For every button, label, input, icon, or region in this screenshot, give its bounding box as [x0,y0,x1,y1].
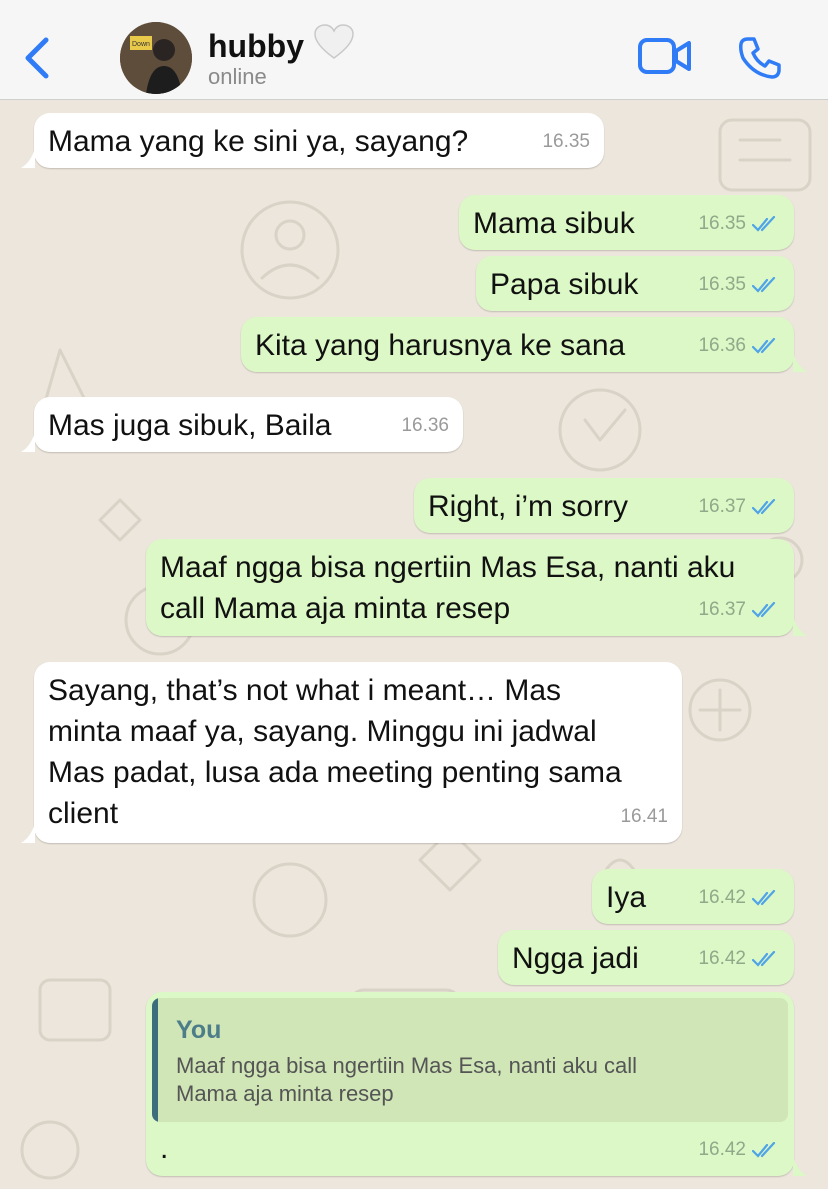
message-text: Kita yang harusnya ke sana [255,329,626,362]
message-text: Right, i’m sorry [428,490,629,523]
message-time: 16.36 [698,335,746,356]
quote-line: Mama aja minta resep [176,1081,394,1106]
back-button[interactable] [22,36,52,85]
message-text: Mas juga sibuk, Baila [48,409,332,442]
contact-name[interactable]: hubby [208,24,354,68]
back-chevron-icon [25,37,49,79]
message-line: Maaf ngga bisa ngertiin Mas Esa, nanti a… [160,551,736,584]
message-meta: 16.36 [698,325,778,366]
quote-author: You [176,1016,222,1044]
message-time: 16.36 [401,415,449,436]
message-incoming[interactable]: Mas juga sibuk, Baila 16.36 [21,397,463,452]
message-time: 16.42 [698,948,746,969]
chat-header: Down hubby online [0,0,828,100]
message-outgoing-reply[interactable]: You Maaf ngga bisa ngertiin Mas Esa, nan… [146,992,807,1176]
message-outgoing[interactable]: Kita yang harusnya ke sana 16.36 [241,317,807,372]
message-time: 16.35 [698,213,746,234]
avatar-photo: Down [120,22,192,94]
quoted-message[interactable]: You Maaf ngga bisa ngertiin Mas Esa, nan… [152,998,788,1122]
message-time: 16.41 [620,806,668,827]
video-camera-icon [638,38,691,74]
message-text: Papa sibuk [490,268,639,301]
quote-bar [152,998,158,1122]
message-meta: 16.35 [542,121,590,162]
contact-status: online [208,64,267,89]
message-outgoing[interactable]: Maaf ngga bisa ngertiin Mas Esa, nanti a… [146,539,807,636]
message-text: Mama sibuk [473,207,635,240]
message-time: 16.35 [698,274,746,295]
message-time: 16.37 [698,599,746,620]
white-heart-icon [314,24,354,68]
bubble-tail [21,823,35,843]
message-meta: 16.35 [698,264,778,305]
message-outgoing[interactable]: Iya 16.42 [592,869,794,924]
bubble-tail [21,148,35,168]
bubble-tail [793,1156,807,1176]
bubble-tail [793,616,807,636]
message-time: 16.42 [698,1139,746,1160]
voice-call-button[interactable] [738,36,782,85]
contact-avatar[interactable]: Down [120,22,192,94]
message-time: 16.37 [698,496,746,517]
message-outgoing[interactable]: Right, i’m sorry 16.37 [414,478,794,533]
bubble-tail [21,432,35,452]
read-ticks-icon [752,337,776,354]
message-meta: 16.42 [698,877,778,918]
message-time: 16.42 [698,887,746,908]
message-meta: 16.37 [698,589,778,630]
message-meta: 16.37 [698,486,778,527]
message-meta: 16.42 [698,938,778,979]
message-meta: 16.35 [698,203,778,244]
read-ticks-icon [752,1141,776,1158]
read-ticks-icon [752,498,776,515]
message-outgoing[interactable]: Ngga jadi 16.42 [498,930,794,985]
message-meta: 16.42 [698,1129,778,1170]
message-time: 16.35 [542,131,590,152]
video-call-button[interactable] [638,38,692,79]
read-ticks-icon [752,889,776,906]
message-meta: 16.36 [401,405,449,446]
message-outgoing[interactable]: Mama sibuk 16.35 [459,195,794,250]
message-line: minta maaf ya, sayang. Minggu ini jadwal [48,715,597,748]
message-incoming[interactable]: Mama yang ke sini ya, sayang? 16.35 [21,113,604,168]
message-outgoing[interactable]: Papa sibuk 16.35 [476,256,794,311]
message-text: . [160,1132,169,1165]
read-ticks-icon [752,950,776,967]
contact-name-text: hubby [208,27,304,64]
phone-icon [739,37,781,79]
read-ticks-icon [752,601,776,618]
bubble-tail [793,352,807,372]
message-line: Sayang, that’s not what i meant… Mas [48,674,562,707]
message-text: Ngga jadi [512,942,639,975]
avatar-sign-text: Down [132,41,150,48]
quote-line: Maaf ngga bisa ngertiin Mas Esa, nanti a… [176,1053,638,1078]
read-ticks-icon [752,215,776,232]
quote-text: Maaf ngga bisa ngertiin Mas Esa, nanti a… [176,1052,764,1108]
message-text: Iya [606,881,647,914]
message-text: Mama yang ke sini ya, sayang? [48,125,469,158]
message-line: Mas padat, lusa ada meeting penting sama [48,756,622,789]
message-incoming[interactable]: Sayang, that’s not what i meant… Mas min… [21,662,682,843]
read-ticks-icon [752,276,776,293]
message-line: client [48,797,119,830]
message-meta: 16.41 [620,796,668,837]
